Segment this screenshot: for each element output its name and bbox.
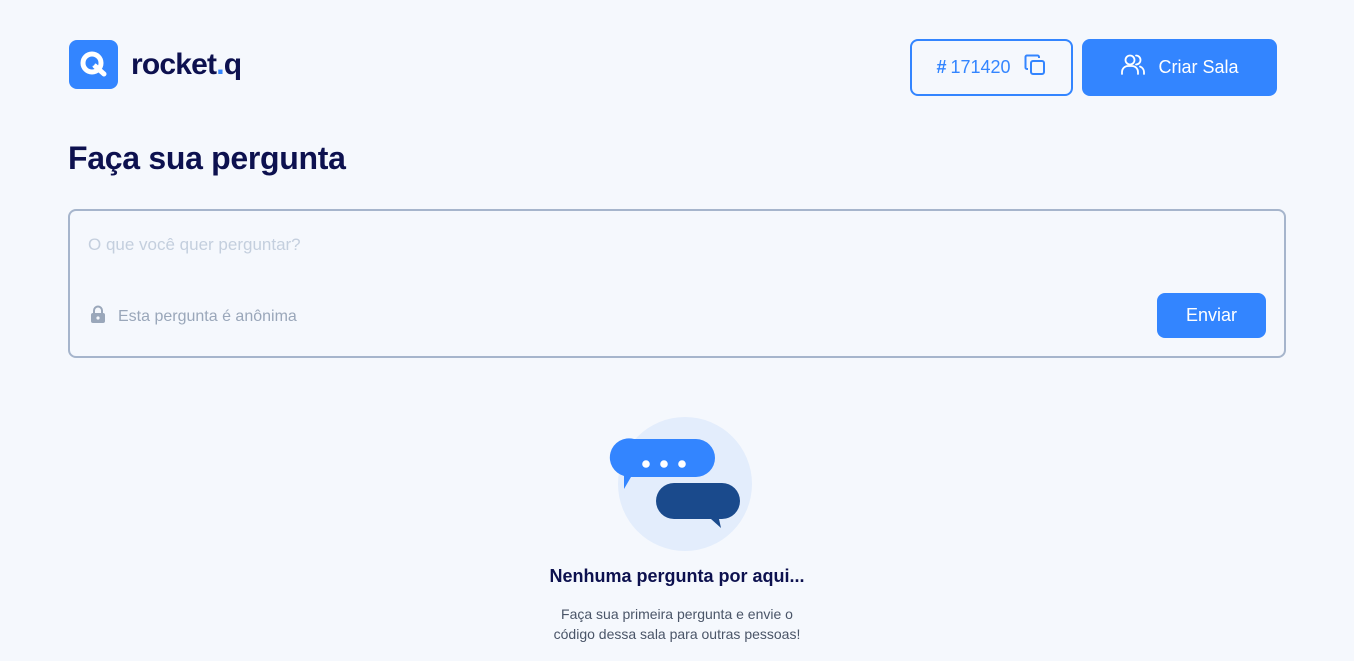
room-code-value: 171420 bbox=[950, 57, 1011, 77]
create-room-button[interactable]: Criar Sala bbox=[1082, 39, 1277, 96]
empty-state-text: Faça sua primeira pergunta e envie o cód… bbox=[527, 604, 827, 644]
chat-bubbles-icon bbox=[606, 415, 756, 555]
empty-state-title: Nenhuma pergunta por aqui... bbox=[549, 566, 805, 586]
question-form: Esta pergunta é anônima Enviar bbox=[68, 209, 1286, 358]
room-code-text: #171420 bbox=[936, 57, 1010, 78]
lock-icon bbox=[90, 305, 106, 328]
empty-state-line-2: código dessa sala para outras pessoas! bbox=[553, 626, 801, 642]
logo-text: rocket bbox=[131, 47, 217, 81]
copy-icon bbox=[1023, 53, 1047, 82]
empty-state-line-1: Faça sua primeira pergunta e envie o bbox=[561, 606, 793, 622]
anonymous-label: Esta pergunta é anônima bbox=[118, 307, 297, 325]
logo-dot: . bbox=[216, 47, 224, 81]
room-code-button[interactable]: #171420 bbox=[910, 39, 1073, 96]
page: rocket.q #171420 Criar Sala Faça sua per… bbox=[0, 0, 1354, 661]
anonymous-notice: Esta pergunta é anônima bbox=[90, 305, 297, 328]
send-button[interactable]: Enviar bbox=[1157, 293, 1266, 338]
page-title: Faça sua pergunta bbox=[68, 140, 346, 176]
room-code-hash: # bbox=[936, 57, 947, 77]
question-input[interactable] bbox=[88, 231, 1258, 259]
logo-icon bbox=[69, 40, 118, 89]
create-room-label: Criar Sala bbox=[1158, 57, 1239, 77]
logo-wordmark: rocket.q bbox=[131, 47, 242, 81]
logo[interactable]: rocket.q bbox=[69, 40, 242, 89]
users-icon bbox=[1120, 52, 1146, 83]
logo-suffix: q bbox=[223, 47, 242, 81]
